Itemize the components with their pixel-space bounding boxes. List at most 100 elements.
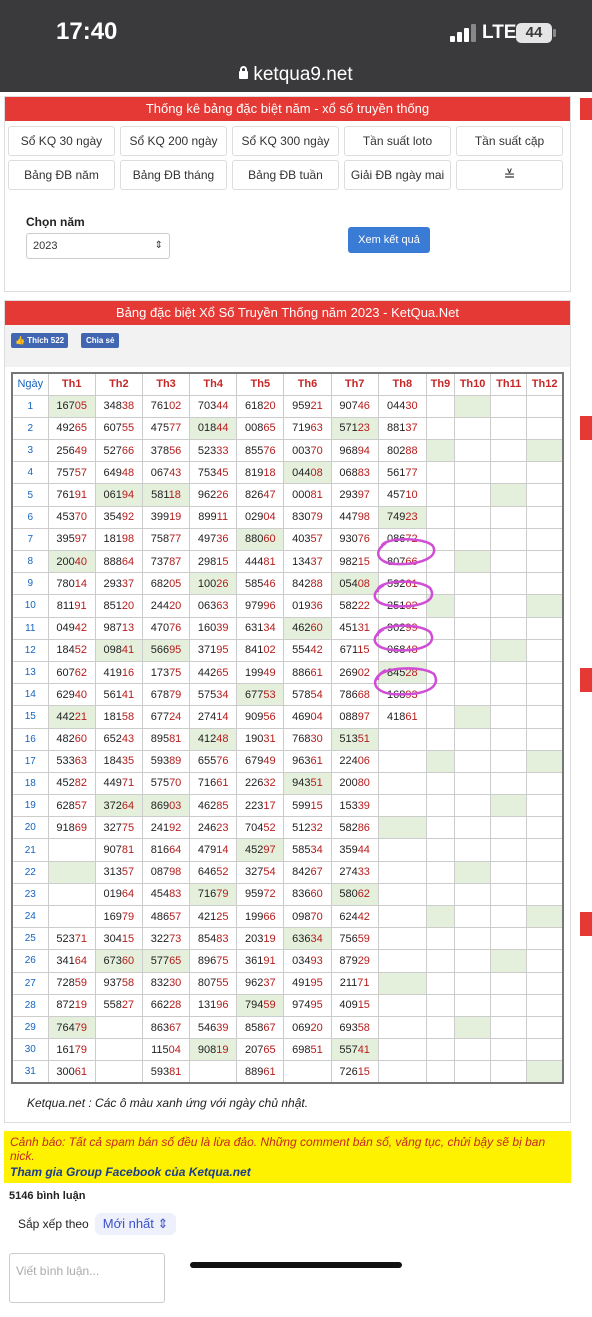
result-cell: [490, 483, 528, 507]
double-chevron-down-icon: ≚: [503, 167, 516, 183]
result-suffix: 77: [405, 466, 418, 479]
result-cell: 84267: [283, 860, 332, 884]
result-prefix: 479: [197, 844, 217, 857]
stats-nav-button[interactable]: Sổ KQ 30 ngày: [8, 126, 115, 156]
result-cell: 97996: [236, 594, 285, 618]
result-suffix: 26: [216, 489, 229, 502]
result-suffix: 08: [310, 466, 323, 479]
result-suffix: 56: [263, 710, 276, 723]
result-cell: 47914: [189, 838, 238, 862]
result-cell: [490, 771, 528, 796]
result-cell: 82647: [236, 483, 285, 507]
facebook-share-button[interactable]: Chia sẻ: [81, 333, 120, 348]
stats-nav-button[interactable]: Bảng ĐB tuần: [232, 160, 339, 190]
stats-nav-button[interactable]: Bảng ĐB tháng: [120, 160, 227, 190]
stats-nav-button[interactable]: Sổ KQ 300 ngày: [232, 126, 339, 156]
result-suffix: 86: [357, 821, 370, 834]
table-header-row: Ngày Th1 Th2 Th3 Th4 Th5 Th6 Th7 Th8 Th9 Th10 Th11 T…: [11, 372, 564, 396]
result-cell: [377, 1015, 427, 1040]
result-prefix: 830: [292, 511, 311, 524]
result-suffix: 23: [357, 422, 370, 435]
comment-input[interactable]: Viết bình luận...: [9, 1253, 165, 1303]
result-suffix: 55: [216, 977, 229, 990]
facebook-like-button[interactable]: 👍 Thích 522: [11, 333, 69, 348]
sort-select[interactable]: Mới nhất ⇕: [94, 1213, 177, 1235]
result-suffix: 58: [121, 710, 135, 723]
result-prefix: 886: [292, 666, 311, 679]
result-cell: [425, 794, 455, 818]
result-prefix: 207: [245, 1043, 264, 1056]
result-cell: 81918: [236, 461, 285, 485]
result-suffix: 97: [74, 533, 87, 546]
stats-nav-button[interactable]: Bảng ĐB năm: [8, 160, 115, 190]
signal-icon: [450, 24, 476, 42]
result-cell: 88661: [283, 660, 332, 685]
result-suffix: 54: [310, 688, 323, 701]
result-suffix: 25: [216, 910, 229, 923]
stats-nav-button[interactable]: Giải ĐB ngày mai: [344, 160, 451, 190]
result-cell: 29337: [94, 572, 143, 596]
stats-nav-button[interactable]: Tần suất loto: [344, 126, 451, 156]
result-cell: 84528: [377, 660, 427, 685]
result-prefix: 909: [245, 710, 264, 723]
result-cell: 19949: [236, 660, 285, 685]
result-cell: [425, 1015, 455, 1040]
result-prefix: 959: [245, 888, 264, 901]
day-cell: 21: [11, 838, 49, 862]
result-suffix: 97: [263, 844, 276, 857]
result-cell: 60755: [94, 416, 143, 441]
result-prefix: 558: [103, 999, 122, 1012]
result-prefix: 359: [339, 844, 358, 857]
result-cell: [47, 904, 96, 929]
stats-panel: Thống kê bảng đặc biệt năm - xổ số truyề…: [4, 96, 571, 292]
address-bar[interactable]: ketqua9.net: [0, 64, 592, 92]
view-results-button[interactable]: Xem kết quả: [348, 227, 430, 253]
result-suffix: 61: [310, 666, 323, 679]
year-value: 2023: [33, 240, 58, 252]
result-cell: [47, 882, 96, 907]
result-suffix: 61: [405, 577, 418, 590]
result-cell: 20765: [236, 1038, 285, 1062]
result-cell: [453, 594, 492, 618]
result-cell: [377, 727, 427, 751]
result-cell: [377, 927, 427, 951]
column-header-month: Th2: [94, 372, 143, 396]
year-select[interactable]: 2023 ⇕: [26, 233, 170, 259]
result-cell: 95921: [283, 394, 332, 418]
result-prefix: 533: [56, 755, 75, 768]
more-options-button[interactable]: ≚: [456, 160, 563, 190]
result-cell: [526, 439, 564, 463]
result-cell: [425, 860, 455, 884]
result-cell: [425, 505, 455, 529]
result-prefix: 908: [197, 1043, 217, 1056]
result-cell: [425, 572, 455, 596]
facebook-group-link[interactable]: Tham gia Group Facebook của Ketqua.net: [10, 1165, 565, 1179]
result-prefix: 224: [339, 755, 358, 768]
result-suffix: 03: [169, 799, 182, 812]
stats-nav-grid: Sổ KQ 30 ngày Sổ KQ 200 ngày Sổ KQ 300 ngà…: [5, 121, 570, 195]
result-prefix: 184: [103, 755, 122, 768]
stats-nav-button[interactable]: Sổ KQ 200 ngày: [120, 126, 227, 156]
result-cell: 76191: [47, 483, 96, 507]
result-prefix: 462: [197, 799, 217, 812]
result-cell: 48260: [47, 727, 96, 751]
result-cell: [453, 949, 492, 973]
result-cell: 72859: [47, 971, 96, 995]
result-prefix: 168: [387, 688, 406, 701]
result-prefix: 582: [339, 821, 358, 834]
result-cell: 47577: [141, 416, 191, 441]
table-row: 9 78014 29337 68205 10026 58546 84288 05408 5926…: [11, 572, 564, 596]
day-cell: 17: [11, 749, 49, 773]
stats-nav-button[interactable]: Tần suất cặp: [456, 126, 563, 156]
result-cell: 31357: [94, 860, 143, 884]
result-cell: 65243: [94, 727, 143, 751]
table-row: 22 31357 08798 64652 32754 84267 27433: [11, 860, 564, 884]
result-cell: [425, 771, 455, 796]
column-header-month: Th3: [141, 372, 191, 396]
day-cell: 3: [11, 439, 49, 463]
day-cell: 13: [11, 660, 49, 685]
result-cell: [377, 904, 427, 929]
result-prefix: 462: [292, 622, 311, 635]
result-prefix: 749: [387, 511, 406, 524]
result-cell: 55442: [283, 638, 332, 662]
